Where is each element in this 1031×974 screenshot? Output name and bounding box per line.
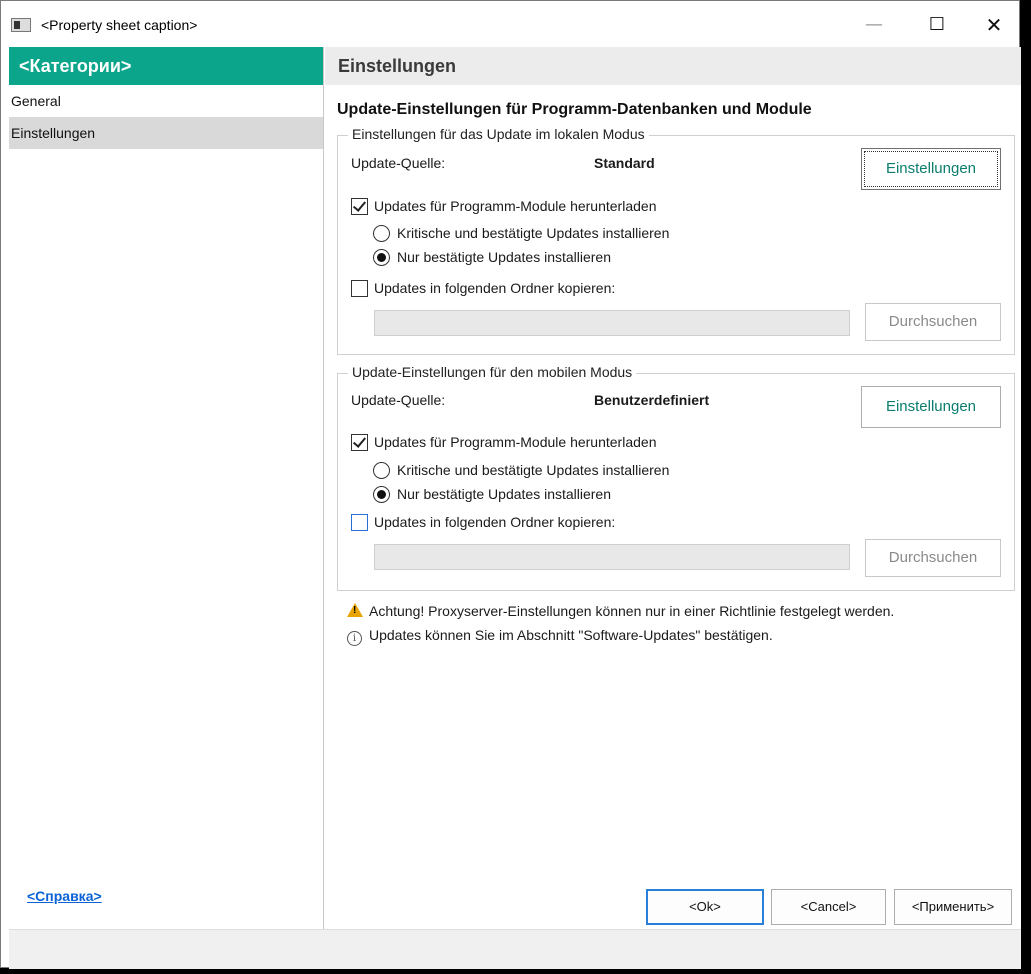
category-sidebar: <Категории> General Einstellungen: [9, 47, 324, 929]
local-radio-critical[interactable]: [373, 225, 390, 242]
updates-info: i Updates können Sie im Abschnitt "Softwa…: [347, 627, 773, 646]
local-radio-approved[interactable]: [373, 249, 390, 266]
local-download-modules-checkbox[interactable]: [351, 198, 368, 215]
mobile-copy-folder-checkbox[interactable]: [351, 514, 368, 531]
minimize-icon[interactable]: —: [851, 9, 897, 41]
mobile-mode-group: Update-Einstellungen für den mobilen Mod…: [337, 364, 1015, 591]
property-sheet-window: <Property sheet caption> — ☐ ✕ <Категори…: [0, 0, 1021, 969]
info-icon: i: [347, 631, 362, 646]
mobile-browse-button[interactable]: Durchsuchen: [865, 539, 1001, 577]
settings-panel: Einstellungen Update-Einstellungen für P…: [325, 47, 1021, 929]
cancel-button[interactable]: <Cancel>: [771, 889, 886, 925]
content-header: Einstellungen: [325, 47, 1021, 85]
warning-icon: [347, 603, 363, 617]
app-icon: [11, 18, 31, 32]
maximize-icon[interactable]: ☐: [914, 9, 960, 41]
local-group-title: Einstellungen für das Update im lokalen …: [348, 126, 649, 142]
local-radio-approved-label: Nur bestätigte Updates installieren: [397, 249, 612, 265]
mobile-radio-critical-label: Kritische und bestätigte Updates install…: [397, 462, 670, 478]
sidebar-item-general[interactable]: General: [9, 85, 323, 117]
sidebar-item-einstellungen[interactable]: Einstellungen: [9, 117, 323, 149]
warning-text: Achtung! Proxyserver-Einstellungen könne…: [369, 603, 895, 619]
mobile-group-title: Update-Einstellungen für den mobilen Mod…: [348, 364, 637, 380]
local-settings-button[interactable]: Einstellungen: [861, 148, 1001, 190]
local-copy-folder-checkbox[interactable]: [351, 280, 368, 297]
info-text: Updates können Sie im Abschnitt "Softwar…: [369, 627, 773, 643]
ok-button[interactable]: <Ok>: [646, 889, 764, 925]
mobile-download-modules-checkbox[interactable]: [351, 434, 368, 451]
mobile-copy-folder-label: Updates in folgenden Ordner kopieren:: [374, 514, 616, 530]
dialog-footer: [9, 929, 1021, 969]
radio-dot: [377, 490, 386, 499]
mobile-folder-path-input[interactable]: [374, 544, 850, 570]
sidebar-header: <Категории>: [9, 47, 323, 85]
local-folder-path-input[interactable]: [374, 310, 850, 336]
local-source-value: Standard: [594, 155, 655, 171]
mobile-radio-approved-label: Nur bestätigte Updates installieren: [397, 486, 612, 502]
mobile-settings-button[interactable]: Einstellungen: [861, 386, 1001, 428]
help-link[interactable]: <Справка>: [27, 888, 102, 904]
local-copy-folder-label: Updates in folgenden Ordner kopieren:: [374, 280, 616, 296]
page-title: Update-Einstellungen für Programm-Datenb…: [337, 101, 812, 118]
local-source-label: Update-Quelle:: [351, 155, 446, 171]
mobile-radio-critical[interactable]: [373, 462, 390, 479]
local-download-modules-label: Updates für Programm-Module herunterlade…: [374, 198, 657, 214]
mobile-source-label: Update-Quelle:: [351, 392, 446, 408]
checkmark-icon: [352, 434, 367, 448]
mobile-source-value: Benutzerdefiniert: [594, 392, 710, 408]
checkmark-icon: [352, 198, 367, 212]
local-radio-critical-label: Kritische und bestätigte Updates install…: [397, 225, 670, 241]
close-icon[interactable]: ✕: [971, 9, 1017, 41]
apply-button[interactable]: <Применить>: [894, 889, 1012, 925]
radio-dot: [377, 253, 386, 262]
window-title: <Property sheet caption>: [41, 17, 198, 33]
mobile-download-modules-label: Updates für Programm-Module herunterlade…: [374, 434, 657, 450]
proxy-warning: Achtung! Proxyserver-Einstellungen könne…: [347, 603, 894, 619]
local-mode-group: Einstellungen für das Update im lokalen …: [337, 126, 1015, 355]
mobile-radio-approved[interactable]: [373, 486, 390, 503]
title-bar[interactable]: <Property sheet caption> — ☐ ✕: [1, 1, 1019, 47]
local-browse-button[interactable]: Durchsuchen: [865, 303, 1001, 341]
